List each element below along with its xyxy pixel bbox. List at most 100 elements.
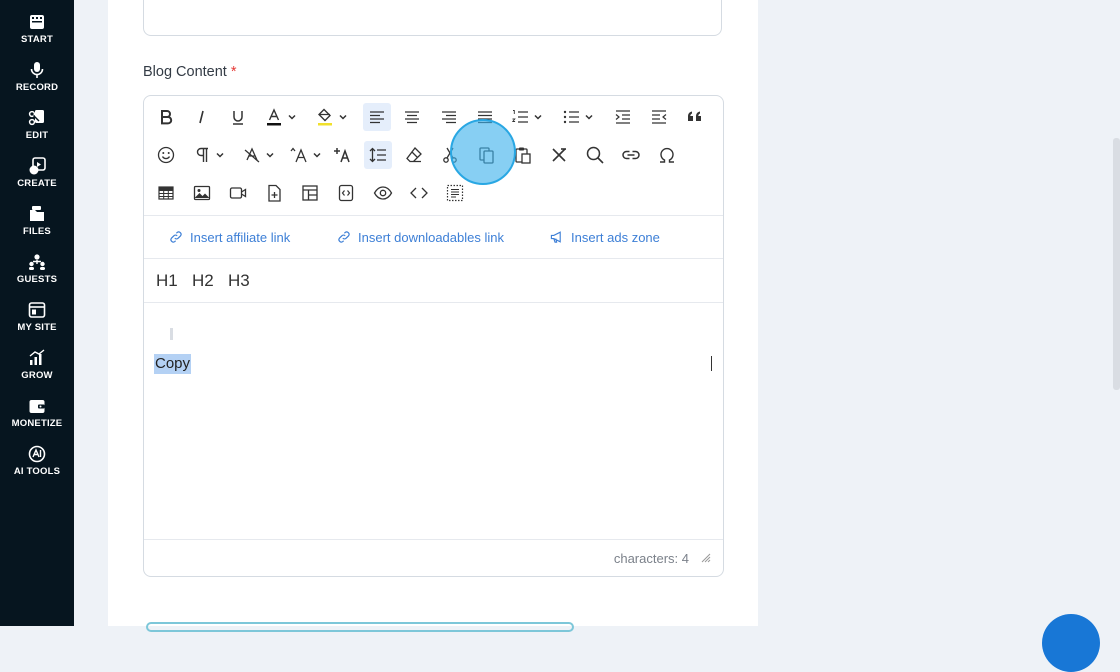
inline-style-button[interactable] [329, 141, 357, 169]
paint-bucket-icon [318, 108, 332, 126]
megaphone-icon [550, 231, 561, 243]
bold-button[interactable] [152, 103, 180, 131]
indent-icon [615, 110, 630, 124]
smile-icon [157, 146, 175, 164]
insert-video-button[interactable] [224, 179, 252, 207]
scrollbar-thumb[interactable] [1113, 138, 1120, 390]
sidebar-item-ai-tools[interactable]: AI TOOLS [0, 444, 74, 477]
underline-button[interactable] [224, 103, 252, 131]
remove-format-button[interactable] [545, 141, 573, 169]
align-center-icon [405, 111, 419, 124]
indent-button[interactable] [609, 103, 637, 131]
insert-template-button[interactable] [296, 179, 324, 207]
sidebar-item-start[interactable]: START [0, 12, 74, 45]
italic-icon [199, 110, 204, 124]
sidebar-item-files[interactable]: FILES [0, 204, 74, 237]
align-center-button[interactable] [398, 103, 426, 131]
copy-button[interactable] [473, 141, 501, 169]
sidebar-item-edit[interactable]: EDIT [0, 108, 74, 141]
paragraph-format-button[interactable] [188, 141, 228, 169]
required-marker: * [230, 64, 237, 80]
chevron-down-icon [585, 114, 593, 120]
special-characters-button[interactable] [653, 141, 681, 169]
selected-text[interactable]: Copy [154, 354, 192, 374]
justify-icon [478, 111, 492, 124]
heading-2-button[interactable]: H2 [192, 271, 214, 291]
chevron-down-icon [216, 152, 224, 158]
sidebar-item-my-site[interactable]: MY SITE [0, 300, 74, 333]
bold-icon [161, 110, 173, 125]
sidebar-item-guests[interactable]: GUESTS [0, 252, 74, 285]
search-button[interactable] [581, 141, 609, 169]
font-family-button[interactable] [238, 141, 278, 169]
quick-links-divider [144, 258, 723, 259]
scissors-icon [28, 110, 44, 126]
sidebar-item-label: RECORD [15, 82, 59, 93]
right-pane [758, 0, 1120, 626]
heading-1-button[interactable]: H1 [156, 271, 178, 291]
insert-table-button[interactable] [152, 179, 180, 207]
sidebar-item-label: EDIT [25, 130, 49, 141]
sidebar-item-create[interactable]: CREATE [0, 156, 74, 189]
wallet-icon [29, 400, 45, 413]
preview-button[interactable] [369, 179, 397, 207]
numbered-list-button[interactable] [506, 103, 546, 131]
clear-formatting-button[interactable] [400, 141, 428, 169]
sidebar-item-record[interactable]: RECORD [0, 60, 74, 93]
blockquote-button[interactable] [681, 103, 709, 131]
submit-button[interactable] [146, 622, 574, 632]
code-icon [410, 187, 428, 199]
font-color-icon [267, 108, 281, 126]
toolbar-divider [144, 215, 723, 216]
omega-icon [660, 147, 674, 163]
italic-button[interactable] [188, 103, 216, 131]
bullet-list-button[interactable] [557, 103, 597, 131]
align-right-icon [442, 111, 456, 124]
select-all-button[interactable] [441, 179, 469, 207]
previous-field-input[interactable] [143, 0, 722, 36]
source-code-button[interactable] [405, 179, 433, 207]
create-icon [29, 157, 46, 175]
paragraph-icon [196, 147, 208, 162]
blog-content-label: Blog Content * [143, 64, 237, 80]
numbered-list-icon [511, 110, 528, 123]
chevron-down-icon [339, 114, 347, 120]
embed-code-button[interactable] [332, 179, 360, 207]
site-icon [28, 302, 46, 318]
insert-file-button[interactable] [260, 179, 288, 207]
sidebar-item-grow[interactable]: GROW [0, 348, 74, 381]
file-add-icon [268, 184, 281, 202]
bullet-list-icon [563, 110, 579, 124]
sidebar-item-monetize[interactable]: MONETIZE [0, 396, 74, 429]
font-size-button[interactable] [285, 141, 325, 169]
outdent-button[interactable] [645, 103, 673, 131]
film-icon [30, 15, 44, 29]
chevron-down-icon [266, 152, 274, 158]
line-height-button[interactable] [364, 141, 392, 169]
align-left-button[interactable] [363, 103, 391, 131]
sidebar: START RECORD EDIT CREATE FILES GUESTS MY… [0, 0, 74, 626]
insert-downloadables-link-button[interactable]: Insert downloadables link [336, 229, 504, 245]
heading-3-button[interactable]: H3 [228, 271, 250, 291]
video-icon [229, 187, 247, 199]
emoji-button[interactable] [152, 141, 180, 169]
character-count: characters: 4 [613, 551, 689, 566]
font-color-button[interactable] [260, 103, 300, 131]
chat-widget-button[interactable] [1042, 614, 1100, 672]
chevron-down-icon [534, 114, 542, 120]
cut-button[interactable] [436, 141, 464, 169]
link-button[interactable] [617, 141, 645, 169]
background-color-button[interactable] [311, 103, 351, 131]
paste-button[interactable] [509, 141, 537, 169]
justify-button[interactable] [471, 103, 499, 131]
code-file-icon [338, 184, 354, 202]
insert-affiliate-link-button[interactable]: Insert affiliate link [168, 229, 290, 245]
insert-ads-zone-button[interactable]: Insert ads zone [549, 229, 660, 245]
status-divider [144, 539, 723, 540]
resize-handle-icon[interactable] [701, 553, 711, 563]
align-right-button[interactable] [435, 103, 463, 131]
rich-text-editor: Insert affiliate link Insert downloadabl… [143, 95, 724, 577]
editor-content-area[interactable]: Copy [144, 302, 723, 538]
eye-icon [373, 186, 393, 200]
insert-image-button[interactable] [188, 179, 216, 207]
